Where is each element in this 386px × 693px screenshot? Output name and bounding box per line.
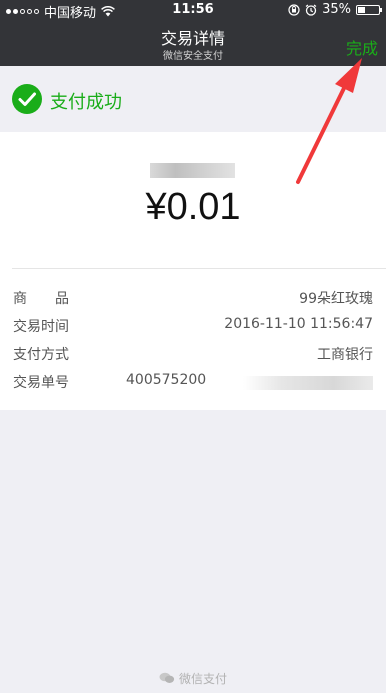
- rotation-lock-icon: [288, 3, 300, 16]
- detail-label: 交易单号: [13, 375, 69, 391]
- detail-row-payment-method: 支付方式 工商银行: [0, 340, 386, 368]
- nav-bar: 中国移动 11:56 35% 交易详情 微信安全支付 完成: [0, 0, 386, 66]
- alarm-icon: [305, 4, 317, 16]
- battery-percent: 35%: [322, 2, 351, 17]
- detail-value: 2016-11-10 11:56:47: [224, 316, 373, 332]
- detail-value: 工商银行: [317, 347, 373, 363]
- merchant-name-redacted: [150, 163, 235, 178]
- status-right: 35%: [288, 2, 382, 17]
- detail-row-product: 商 品 99朵红玫瑰: [0, 284, 386, 312]
- done-button[interactable]: 完成: [346, 35, 378, 59]
- page-title: 交易详情: [160, 29, 225, 48]
- page-subtitle: 微信安全支付: [163, 51, 223, 62]
- detail-label: 支付方式: [13, 347, 69, 363]
- detail-label: 交易时间: [13, 319, 69, 335]
- divider: [12, 268, 386, 269]
- status-bar: 中国移动 11:56 35%: [0, 0, 386, 21]
- detail-label: 商 品: [13, 291, 69, 307]
- success-check-icon: [12, 84, 42, 114]
- footer-text: 微信支付: [178, 672, 227, 686]
- footer: 微信支付: [0, 670, 386, 687]
- payment-status-text: 支付成功: [50, 92, 122, 113]
- detail-value: 99朵红玫瑰: [299, 291, 373, 307]
- order-number-redacted: [243, 376, 373, 390]
- detail-value: 400575200: [126, 372, 207, 388]
- battery-fill: [358, 6, 365, 13]
- wechat-pay-icon: [159, 672, 175, 683]
- battery-icon: [356, 4, 382, 15]
- payment-amount: ¥0.01: [145, 186, 241, 228]
- detail-row-time: 交易时间 2016-11-10 11:56:47: [0, 312, 386, 340]
